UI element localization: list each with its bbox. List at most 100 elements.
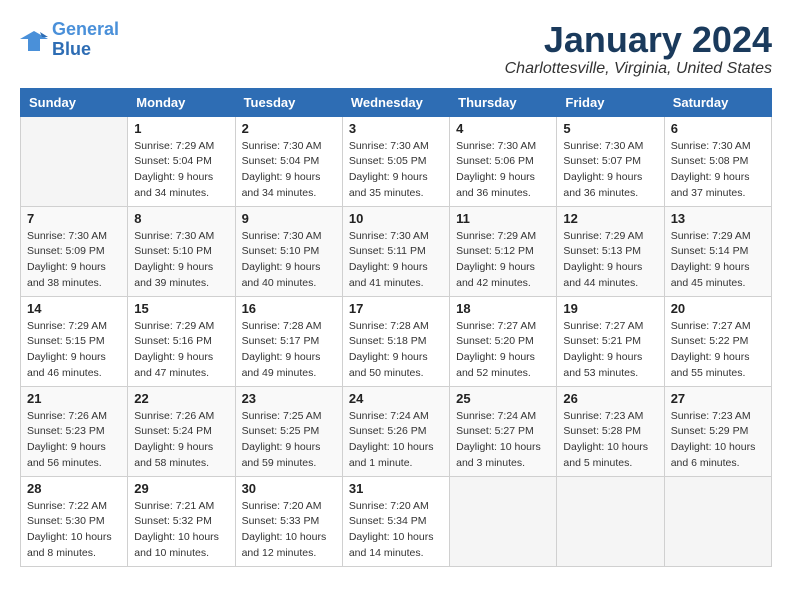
- sunset-text: Sunset: 5:25 PM: [242, 425, 320, 437]
- sunset-text: Sunset: 5:10 PM: [134, 245, 212, 257]
- day-number: 22: [134, 391, 228, 406]
- day-number: 29: [134, 481, 228, 496]
- day-info: Sunrise: 7:30 AM Sunset: 5:09 PM Dayligh…: [27, 229, 121, 292]
- day-info: Sunrise: 7:29 AM Sunset: 5:04 PM Dayligh…: [134, 139, 228, 202]
- sunset-text: Sunset: 5:30 PM: [27, 515, 105, 527]
- logo: GeneralBlue: [20, 20, 119, 60]
- sunset-text: Sunset: 5:04 PM: [242, 155, 320, 167]
- calendar-cell: 7 Sunrise: 7:30 AM Sunset: 5:09 PM Dayli…: [21, 206, 128, 296]
- day-info: Sunrise: 7:30 AM Sunset: 5:10 PM Dayligh…: [242, 229, 336, 292]
- day-number: 3: [349, 121, 443, 136]
- logo-text: GeneralBlue: [52, 20, 119, 60]
- day-number: 11: [456, 211, 550, 226]
- day-info: Sunrise: 7:25 AM Sunset: 5:25 PM Dayligh…: [242, 409, 336, 472]
- calendar-cell: [21, 116, 128, 206]
- logo-icon: [20, 29, 48, 51]
- sunrise-text: Sunrise: 7:22 AM: [27, 500, 107, 512]
- sunset-text: Sunset: 5:23 PM: [27, 425, 105, 437]
- sunset-text: Sunset: 5:27 PM: [456, 425, 534, 437]
- weekday-header: Sunday: [21, 88, 128, 116]
- sunset-text: Sunset: 5:29 PM: [671, 425, 749, 437]
- sunrise-text: Sunrise: 7:28 AM: [242, 320, 322, 332]
- sunset-text: Sunset: 5:20 PM: [456, 335, 534, 347]
- sunset-text: Sunset: 5:22 PM: [671, 335, 749, 347]
- sunrise-text: Sunrise: 7:21 AM: [134, 500, 214, 512]
- sunrise-text: Sunrise: 7:30 AM: [134, 230, 214, 242]
- day-number: 14: [27, 301, 121, 316]
- month-title: January 2024: [505, 20, 772, 60]
- daylight-text: Daylight: 10 hours and 12 minutes.: [242, 531, 327, 559]
- day-info: Sunrise: 7:27 AM Sunset: 5:22 PM Dayligh…: [671, 319, 765, 382]
- sunrise-text: Sunrise: 7:20 AM: [349, 500, 429, 512]
- daylight-text: Daylight: 9 hours and 41 minutes.: [349, 261, 428, 289]
- day-info: Sunrise: 7:30 AM Sunset: 5:08 PM Dayligh…: [671, 139, 765, 202]
- daylight-text: Daylight: 9 hours and 38 minutes.: [27, 261, 106, 289]
- sunrise-text: Sunrise: 7:29 AM: [134, 320, 214, 332]
- daylight-text: Daylight: 10 hours and 3 minutes.: [456, 441, 541, 469]
- sunrise-text: Sunrise: 7:23 AM: [563, 410, 643, 422]
- day-info: Sunrise: 7:29 AM Sunset: 5:14 PM Dayligh…: [671, 229, 765, 292]
- day-number: 13: [671, 211, 765, 226]
- sunrise-text: Sunrise: 7:26 AM: [134, 410, 214, 422]
- day-number: 16: [242, 301, 336, 316]
- sunset-text: Sunset: 5:33 PM: [242, 515, 320, 527]
- sunset-text: Sunset: 5:12 PM: [456, 245, 534, 257]
- day-info: Sunrise: 7:29 AM Sunset: 5:16 PM Dayligh…: [134, 319, 228, 382]
- sunrise-text: Sunrise: 7:29 AM: [134, 140, 214, 152]
- calendar-cell: 5 Sunrise: 7:30 AM Sunset: 5:07 PM Dayli…: [557, 116, 664, 206]
- daylight-text: Daylight: 9 hours and 42 minutes.: [456, 261, 535, 289]
- calendar-cell: 31 Sunrise: 7:20 AM Sunset: 5:34 PM Dayl…: [342, 476, 449, 566]
- day-number: 7: [27, 211, 121, 226]
- day-info: Sunrise: 7:24 AM Sunset: 5:27 PM Dayligh…: [456, 409, 550, 472]
- sunset-text: Sunset: 5:32 PM: [134, 515, 212, 527]
- day-info: Sunrise: 7:26 AM Sunset: 5:24 PM Dayligh…: [134, 409, 228, 472]
- daylight-text: Daylight: 10 hours and 5 minutes.: [563, 441, 648, 469]
- sunset-text: Sunset: 5:26 PM: [349, 425, 427, 437]
- day-info: Sunrise: 7:27 AM Sunset: 5:21 PM Dayligh…: [563, 319, 657, 382]
- sunrise-text: Sunrise: 7:28 AM: [349, 320, 429, 332]
- day-info: Sunrise: 7:30 AM Sunset: 5:07 PM Dayligh…: [563, 139, 657, 202]
- day-info: Sunrise: 7:24 AM Sunset: 5:26 PM Dayligh…: [349, 409, 443, 472]
- calendar-cell: 9 Sunrise: 7:30 AM Sunset: 5:10 PM Dayli…: [235, 206, 342, 296]
- day-info: Sunrise: 7:28 AM Sunset: 5:17 PM Dayligh…: [242, 319, 336, 382]
- sunrise-text: Sunrise: 7:27 AM: [563, 320, 643, 332]
- sunset-text: Sunset: 5:06 PM: [456, 155, 534, 167]
- calendar-cell: 12 Sunrise: 7:29 AM Sunset: 5:13 PM Dayl…: [557, 206, 664, 296]
- day-info: Sunrise: 7:29 AM Sunset: 5:15 PM Dayligh…: [27, 319, 121, 382]
- day-number: 30: [242, 481, 336, 496]
- day-number: 9: [242, 211, 336, 226]
- daylight-text: Daylight: 9 hours and 47 minutes.: [134, 351, 213, 379]
- sunset-text: Sunset: 5:16 PM: [134, 335, 212, 347]
- sunset-text: Sunset: 5:18 PM: [349, 335, 427, 347]
- day-number: 24: [349, 391, 443, 406]
- calendar-cell: 11 Sunrise: 7:29 AM Sunset: 5:12 PM Dayl…: [450, 206, 557, 296]
- sunrise-text: Sunrise: 7:29 AM: [563, 230, 643, 242]
- calendar-week-row: 21 Sunrise: 7:26 AM Sunset: 5:23 PM Dayl…: [21, 386, 772, 476]
- sunrise-text: Sunrise: 7:20 AM: [242, 500, 322, 512]
- weekday-header: Saturday: [664, 88, 771, 116]
- calendar-cell: 23 Sunrise: 7:25 AM Sunset: 5:25 PM Dayl…: [235, 386, 342, 476]
- daylight-text: Daylight: 10 hours and 14 minutes.: [349, 531, 434, 559]
- calendar-cell: 4 Sunrise: 7:30 AM Sunset: 5:06 PM Dayli…: [450, 116, 557, 206]
- day-info: Sunrise: 7:30 AM Sunset: 5:10 PM Dayligh…: [134, 229, 228, 292]
- day-number: 23: [242, 391, 336, 406]
- calendar-cell: 15 Sunrise: 7:29 AM Sunset: 5:16 PM Dayl…: [128, 296, 235, 386]
- daylight-text: Daylight: 10 hours and 10 minutes.: [134, 531, 219, 559]
- calendar-week-row: 7 Sunrise: 7:30 AM Sunset: 5:09 PM Dayli…: [21, 206, 772, 296]
- day-info: Sunrise: 7:27 AM Sunset: 5:20 PM Dayligh…: [456, 319, 550, 382]
- daylight-text: Daylight: 9 hours and 39 minutes.: [134, 261, 213, 289]
- day-number: 5: [563, 121, 657, 136]
- calendar-cell: 21 Sunrise: 7:26 AM Sunset: 5:23 PM Dayl…: [21, 386, 128, 476]
- sunrise-text: Sunrise: 7:24 AM: [456, 410, 536, 422]
- location: Charlottesville, Virginia, United States: [505, 60, 772, 78]
- sunrise-text: Sunrise: 7:29 AM: [671, 230, 751, 242]
- daylight-text: Daylight: 9 hours and 36 minutes.: [456, 171, 535, 199]
- calendar-cell: 18 Sunrise: 7:27 AM Sunset: 5:20 PM Dayl…: [450, 296, 557, 386]
- sunrise-text: Sunrise: 7:29 AM: [456, 230, 536, 242]
- calendar-week-row: 28 Sunrise: 7:22 AM Sunset: 5:30 PM Dayl…: [21, 476, 772, 566]
- day-info: Sunrise: 7:30 AM Sunset: 5:06 PM Dayligh…: [456, 139, 550, 202]
- daylight-text: Daylight: 9 hours and 35 minutes.: [349, 171, 428, 199]
- daylight-text: Daylight: 9 hours and 49 minutes.: [242, 351, 321, 379]
- weekday-header: Monday: [128, 88, 235, 116]
- day-info: Sunrise: 7:30 AM Sunset: 5:04 PM Dayligh…: [242, 139, 336, 202]
